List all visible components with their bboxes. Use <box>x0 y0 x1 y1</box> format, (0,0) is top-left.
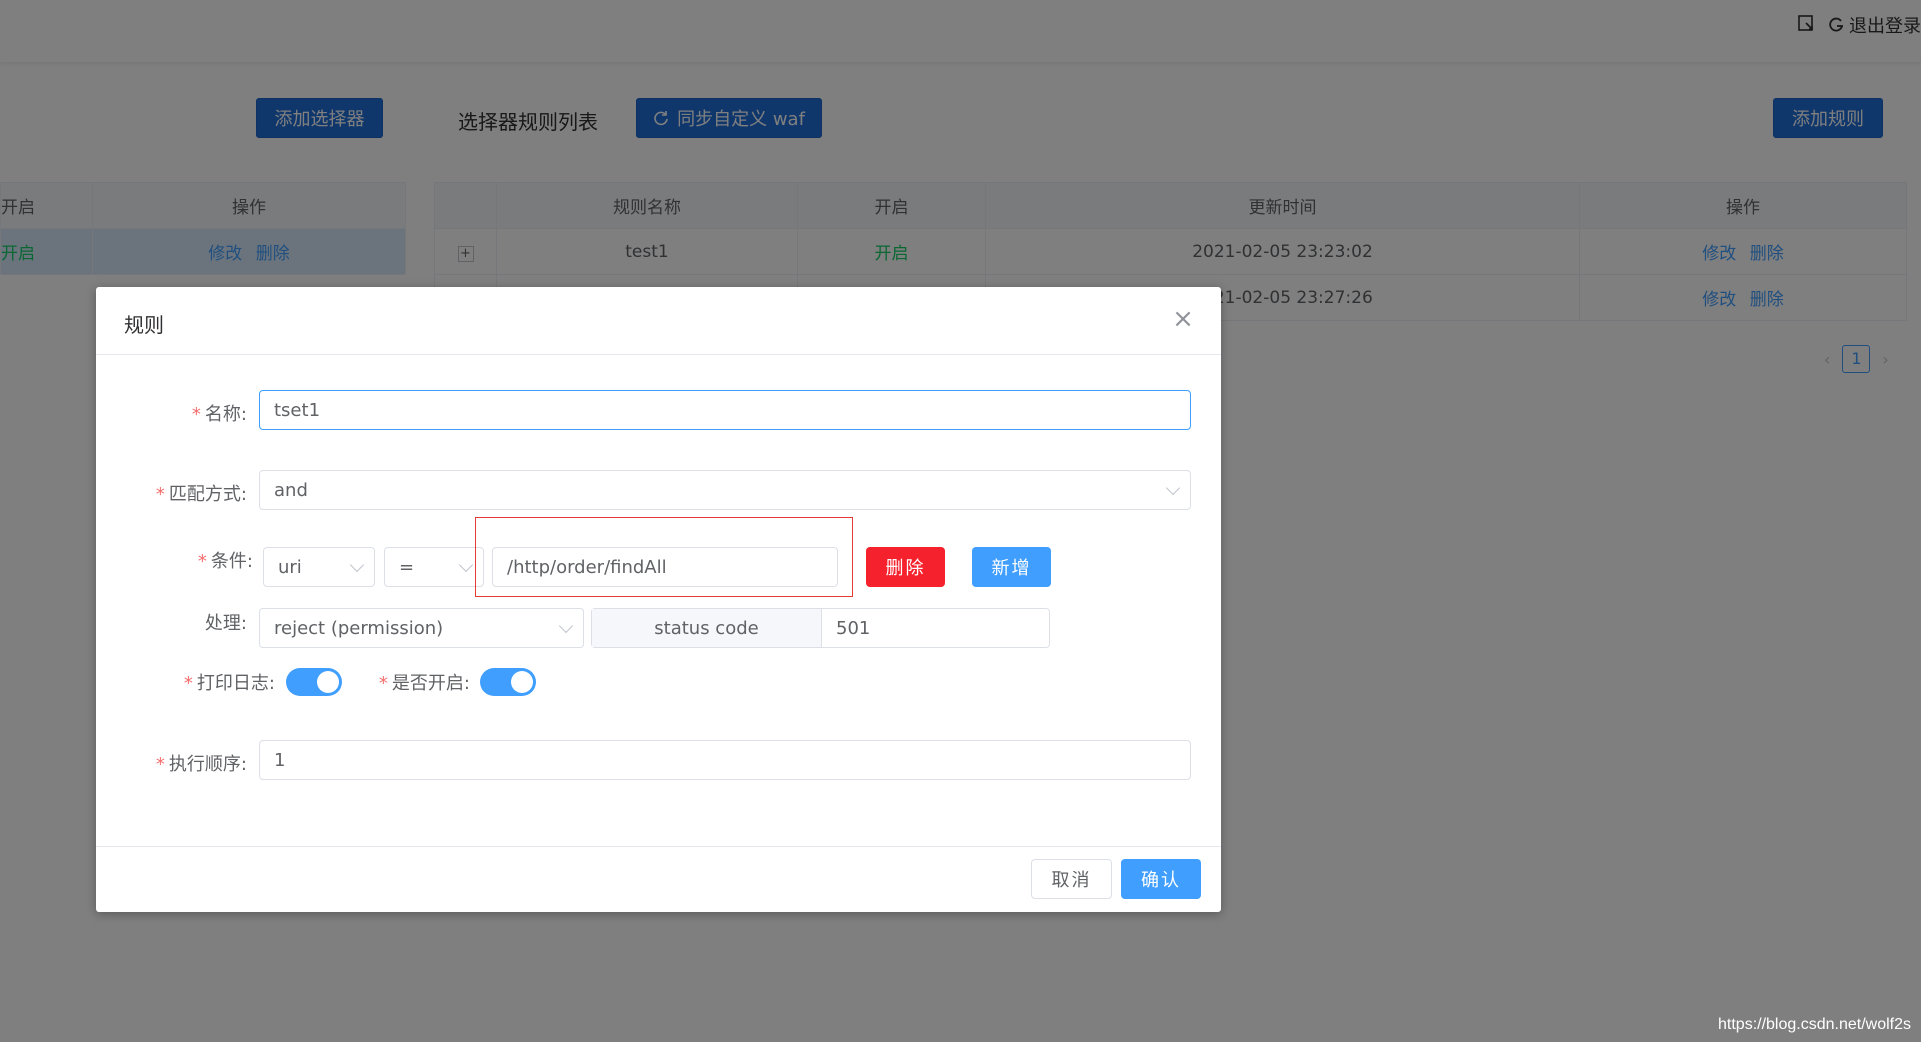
handle-label: 处理: <box>204 613 247 634</box>
match-mode-select[interactable]: and <box>259 470 1191 510</box>
add-condition-button[interactable]: 新增 <box>972 547 1051 587</box>
status-code-input[interactable]: 501 <box>822 618 870 639</box>
name-label: * 名称: <box>191 404 247 425</box>
dialog-header: 规则 × <box>96 287 1221 355</box>
condition-param-select[interactable]: uri <box>263 547 375 587</box>
print-log-switch[interactable] <box>286 668 342 696</box>
sort-label: * 执行顺序: <box>155 754 247 775</box>
status-code-prepend: status code <box>592 609 822 647</box>
condition-operator-select[interactable]: = <box>384 547 484 587</box>
confirm-button[interactable]: 确认 <box>1121 859 1201 899</box>
print-log-label: * 打印日志: <box>183 673 275 694</box>
rule-dialog: 规则 × * 名称: tset1 * 匹配方式: and * 条件: uri = /h… <box>96 287 1221 912</box>
status-code-input-group: status code 501 <box>591 608 1050 648</box>
watermark: https://blog.csdn.net/wolf2s <box>1718 1016 1911 1033</box>
chevron-down-icon <box>458 557 474 573</box>
delete-condition-button[interactable]: 删除 <box>866 547 945 587</box>
chevron-down-icon <box>1165 480 1181 496</box>
enabled-label: * 是否开启: <box>378 673 470 694</box>
chevron-down-icon <box>349 557 365 573</box>
condition-value-input[interactable]: /http/order/findAll <box>492 547 838 587</box>
match-mode-value: and <box>274 479 308 501</box>
close-icon[interactable]: × <box>1171 306 1195 332</box>
dialog-footer: 取消 确认 <box>96 846 1221 912</box>
cancel-button[interactable]: 取消 <box>1031 859 1112 899</box>
condition-operator-value: = <box>399 556 415 578</box>
dialog-title: 规则 <box>124 313 164 337</box>
condition-label: * 条件: <box>197 551 253 572</box>
handle-select[interactable]: reject (permission) <box>259 608 584 648</box>
enabled-switch[interactable] <box>480 668 536 696</box>
match-mode-label: * 匹配方式: <box>155 484 247 505</box>
chevron-down-icon <box>558 618 574 634</box>
name-input[interactable]: tset1 <box>259 390 1191 430</box>
sort-input[interactable]: 1 <box>259 740 1191 780</box>
handle-value: reject (permission) <box>274 617 444 639</box>
condition-param-value: uri <box>278 556 302 578</box>
